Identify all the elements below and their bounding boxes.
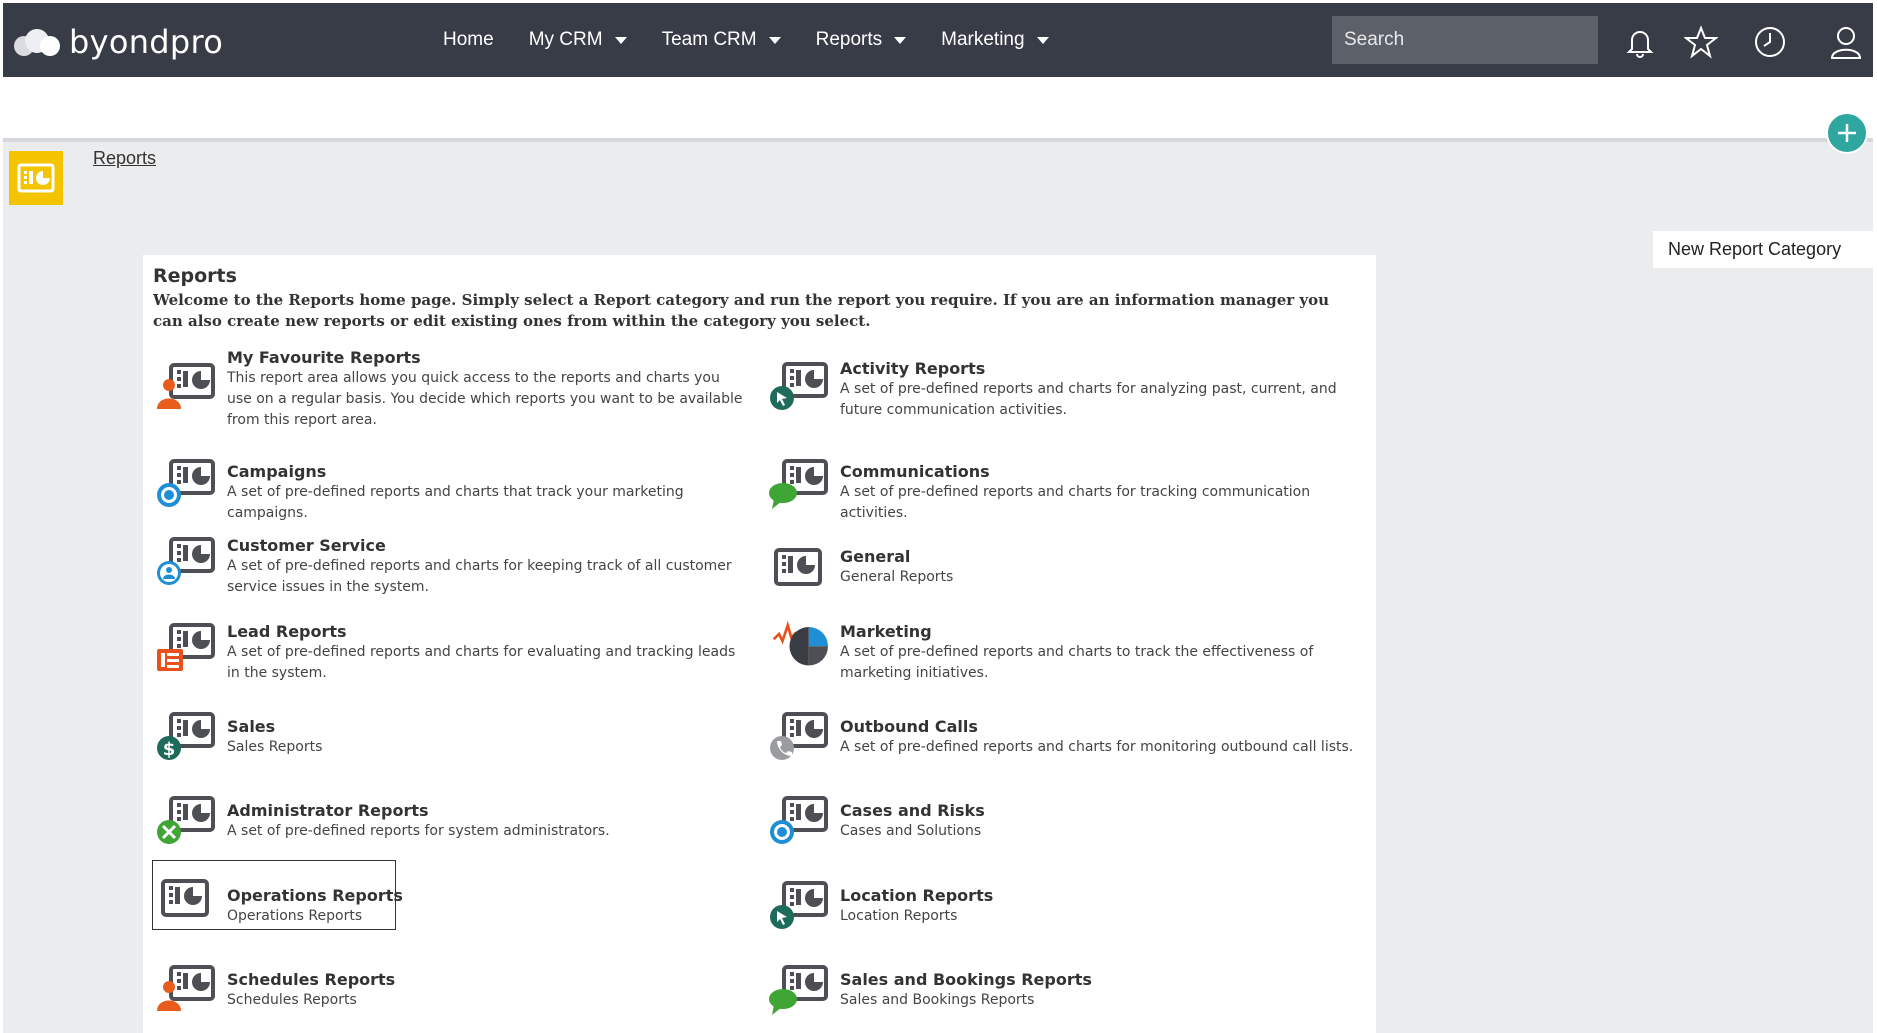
operations-reports-icon [161,879,209,917]
caret-down-icon [614,36,627,44]
reports-panel: Reports Welcome to the Reports home page… [143,255,1376,1033]
sales-reports-icon: $ [157,710,219,760]
category-desc: General Reports [840,569,954,585]
app-logo[interactable]: byondpro [13,25,223,59]
plus-icon [1838,124,1856,142]
reports-page-badge [9,151,63,205]
cases-risks-icon [770,794,832,844]
category-name: Sales [227,717,276,736]
top-navigation-bar: byondpro Home My CRM Team CRM Reports Ma… [3,3,1873,77]
clock-icon[interactable] [1753,25,1787,59]
nav-team-crm[interactable]: Team CRM [662,29,781,51]
category-desc: A set of pre-defined reports and charts … [840,484,1311,521]
nav-my-crm-label: My CRM [528,29,603,50]
outbound-calls-icon [770,710,832,760]
category-desc: Sales Reports [227,739,323,755]
panel-intro: Welcome to the Reports home page. Simply… [153,291,1330,330]
category-name: Operations Reports [227,886,403,905]
marketing-chart-icon [772,620,828,666]
new-report-category-button[interactable]: New Report Category [1653,231,1874,268]
category-name: Communications [840,462,990,481]
nav-reports-label: Reports [815,29,883,50]
category-name: Schedules Reports [227,970,396,989]
category-name: My Favourite Reports [227,348,421,367]
category-name: Administrator Reports [227,801,429,820]
category-desc: Operations Reports [227,908,363,924]
schedules-reports-icon [157,963,219,1011]
category-desc: A set of pre-defined reports and charts … [227,644,736,681]
general-reports-icon [774,548,822,586]
nav-my-crm[interactable]: My CRM [529,29,627,51]
breadcrumb-reports[interactable]: Reports [93,148,156,169]
search-box[interactable] [1332,16,1598,64]
svg-text:$: $ [163,739,176,760]
category-name: General [840,547,911,566]
nav-team-crm-label: Team CRM [661,29,757,50]
category-desc: Location Reports [840,908,958,924]
nav-reports[interactable]: Reports [816,29,907,51]
caret-down-icon [1036,36,1049,44]
nav-marketing-label: Marketing [941,29,1025,50]
campaigns-icon [157,457,219,507]
report-icon [17,163,55,193]
lead-reports-icon [157,621,219,671]
caret-down-icon [768,36,781,44]
cloud-logo-icon [14,29,60,56]
category-desc: A set of pre-defined reports and charts … [840,381,1337,418]
category-desc: A set of pre-defined reports and charts … [227,484,684,521]
logo-text: byondpro [69,23,224,61]
favourite-reports-icon [157,361,219,409]
main-nav: Home My CRM Team CRM Reports Marketing [443,3,1084,77]
star-icon[interactable] [1684,25,1718,59]
category-name: Customer Service [227,536,386,555]
category-desc: A set of pre-defined reports and charts … [840,739,1354,755]
category-name: Marketing [840,622,932,641]
search-input[interactable] [1344,29,1589,51]
category-name: Location Reports [840,886,994,905]
category-name: Activity Reports [840,359,986,378]
user-icon[interactable] [1829,25,1863,59]
administrator-reports-icon [157,794,219,844]
category-desc: A set of pre-defined reports for system … [227,823,610,839]
nav-marketing[interactable]: Marketing [941,29,1049,51]
sales-bookings-icon [769,963,832,1015]
caret-down-icon [894,36,907,44]
communications-icon [769,457,832,509]
category-name: Cases and Risks [840,801,985,820]
panel-title: Reports [153,265,237,287]
category-desc: This report area allows you quick access… [227,370,743,428]
nav-home-label: Home [443,29,494,50]
add-button[interactable] [1826,112,1868,154]
category-desc: Cases and Solutions [840,823,982,839]
bell-icon[interactable] [1623,25,1657,59]
category-name: Campaigns [227,462,327,481]
nav-home[interactable]: Home [443,29,494,51]
category-desc: A set of pre-defined reports and charts … [840,644,1314,681]
customer-service-icon [157,535,219,585]
category-name: Outbound Calls [840,717,978,736]
category-name: Sales and Bookings Reports [840,970,1092,989]
category-desc: Schedules Reports [227,992,357,1008]
category-desc: A set of pre-defined reports and charts … [227,558,732,595]
location-reports-icon [770,879,832,929]
activity-reports-icon [770,360,832,410]
category-name: Lead Reports [227,622,347,641]
category-desc: Sales and Bookings Reports [840,992,1035,1008]
